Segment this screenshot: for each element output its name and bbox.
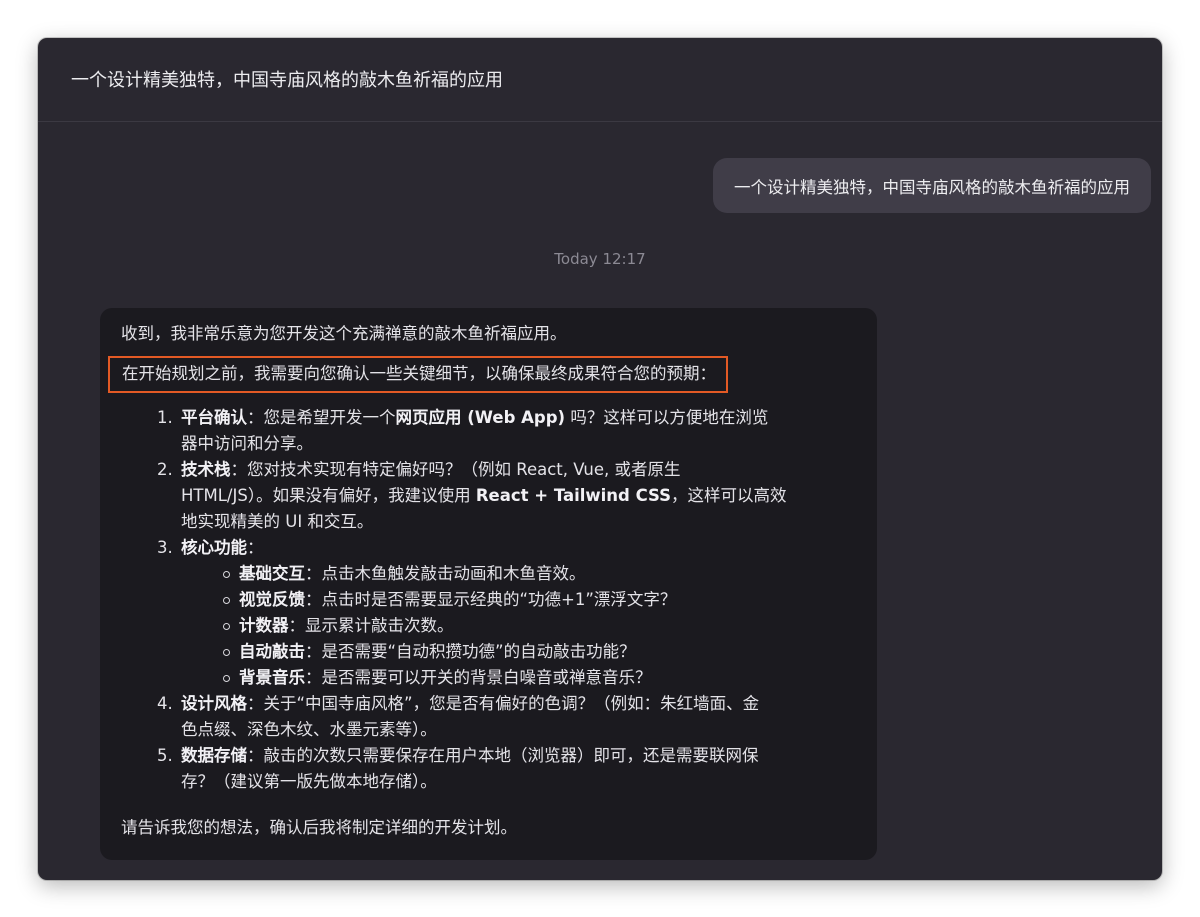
sub-item-title: 视觉反馈	[239, 590, 305, 609]
question-list: 平台确认：您是希望开发一个网页应用 (Web App) 吗？这样可以方便地在浏览…	[121, 405, 856, 795]
sub-item-counter: 计数器：显示累计敲击次数。	[223, 613, 856, 639]
sub-item-text: ：是否需要“自动积攒功德”的自动敲击功能？	[305, 642, 636, 661]
assistant-intro: 收到，我非常乐意为您开发这个充满禅意的敲木鱼祈福应用。	[121, 324, 567, 343]
item-text: ：关于“中国寺庙风格”，您是否有偏好的色调？（例如：朱红墙面、金	[247, 694, 760, 713]
assistant-closing: 请告诉我您的想法，确认后我将制定详细的开发计划。	[121, 818, 517, 837]
sub-item-text: ：点击时是否需要显示经典的“功德+1”漂浮文字？	[305, 590, 677, 609]
item-emphasis: React + Tailwind CSS	[475, 486, 672, 505]
sub-item-text: ：点击木鱼触发敲击动画和木鱼音效。	[305, 564, 586, 583]
sub-item-title: 计数器	[239, 616, 289, 635]
item-text: ：您是希望开发一个	[247, 408, 396, 427]
sub-item-visual-feedback: 视觉反馈：点击时是否需要显示经典的“功德+1”漂浮文字？	[223, 587, 856, 613]
sub-item-text: ：显示累计敲击次数。	[288, 616, 454, 635]
sub-item-title: 基础交互	[239, 564, 305, 583]
item-text: ：敲击的次数只需要保存在用户本地（浏览器）即可，还是需要联网保	[247, 746, 759, 765]
item-text: ：您对技术实现有特定偏好吗？（例如 React, Vue, 或者原生	[230, 460, 681, 479]
item-text: 器中访问和分享。	[181, 434, 313, 453]
assistant-message-bubble: 收到，我非常乐意为您开发这个充满禅意的敲木鱼祈福应用。 在开始规划之前，我需要向…	[100, 308, 877, 860]
item-title: 技术栈	[181, 460, 231, 479]
sub-item-basic-interaction: 基础交互：点击木鱼触发敲击动画和木鱼音效。	[223, 561, 856, 587]
user-message-bubble: 一个设计精美独特，中国寺庙风格的敲木鱼祈福的应用	[713, 158, 1151, 213]
item-title: 平台确认	[181, 408, 247, 427]
item-text: ：	[247, 538, 264, 557]
list-item-tech-stack: 技术栈：您对技术实现有特定偏好吗？（例如 React, Vue, 或者原生 HT…	[157, 457, 856, 535]
sub-item-auto-tap: 自动敲击：是否需要“自动积攒功德”的自动敲击功能？	[223, 639, 856, 665]
sub-item-text: ：是否需要可以开关的背景白噪音或禅意音乐？	[305, 668, 652, 687]
item-emphasis: 网页应用 (Web App)	[395, 408, 566, 427]
item-text: 吗？这样可以方便地在浏览	[565, 408, 769, 427]
item-text: HTML/JS）。如果没有偏好，我建议使用	[181, 486, 476, 505]
list-item-data-storage: 数据存储：敲击的次数只需要保存在用户本地（浏览器）即可，还是需要联网保 存？（建…	[157, 743, 856, 795]
item-text: ，这样可以高效	[671, 486, 787, 505]
list-item-platform: 平台确认：您是希望开发一个网页应用 (Web App) 吗？这样可以方便地在浏览…	[157, 405, 856, 457]
user-message-text: 一个设计精美独特，中国寺庙风格的敲木鱼祈福的应用	[734, 177, 1130, 197]
item-title: 设计风格	[181, 694, 247, 713]
list-item-design-style: 设计风格：关于“中国寺庙风格”，您是否有偏好的色调？（例如：朱红墙面、金 色点缀…	[157, 691, 856, 743]
item-text: 存？（建议第一版先做本地存储）。	[181, 772, 437, 791]
sub-item-title: 背景音乐	[239, 668, 305, 687]
item-title: 核心功能	[181, 538, 247, 557]
chat-title: 一个设计精美独特，中国寺庙风格的敲木鱼祈福的应用	[71, 70, 503, 91]
item-title: 数据存储	[181, 746, 247, 765]
sub-item-background-music: 背景音乐：是否需要可以开关的背景白噪音或禅意音乐？	[223, 665, 856, 691]
feature-sublist: 基础交互：点击木鱼触发敲击动画和木鱼音效。 视觉反馈：点击时是否需要显示经典的“…	[181, 561, 856, 691]
chat-window: 一个设计精美独特，中国寺庙风格的敲木鱼祈福的应用 一个设计精美独特，中国寺庙风格…	[38, 38, 1162, 880]
item-text: 地实现精美的 UI 和交互。	[181, 512, 374, 531]
item-text: 色点缀、深色木纹、水墨元素等）。	[181, 720, 437, 739]
chat-header: 一个设计精美独特，中国寺庙风格的敲木鱼祈福的应用	[38, 38, 1162, 122]
sub-item-title: 自动敲击	[239, 642, 305, 661]
list-item-core-features: 核心功能： 基础交互：点击木鱼触发敲击动画和木鱼音效。 视觉反馈：点击时是否需要…	[157, 535, 856, 691]
highlighted-sentence: 在开始规划之前，我需要向您确认一些关键细节，以确保最终成果符合您的预期：	[108, 356, 728, 393]
message-timestamp: Today 12:17	[554, 250, 646, 268]
